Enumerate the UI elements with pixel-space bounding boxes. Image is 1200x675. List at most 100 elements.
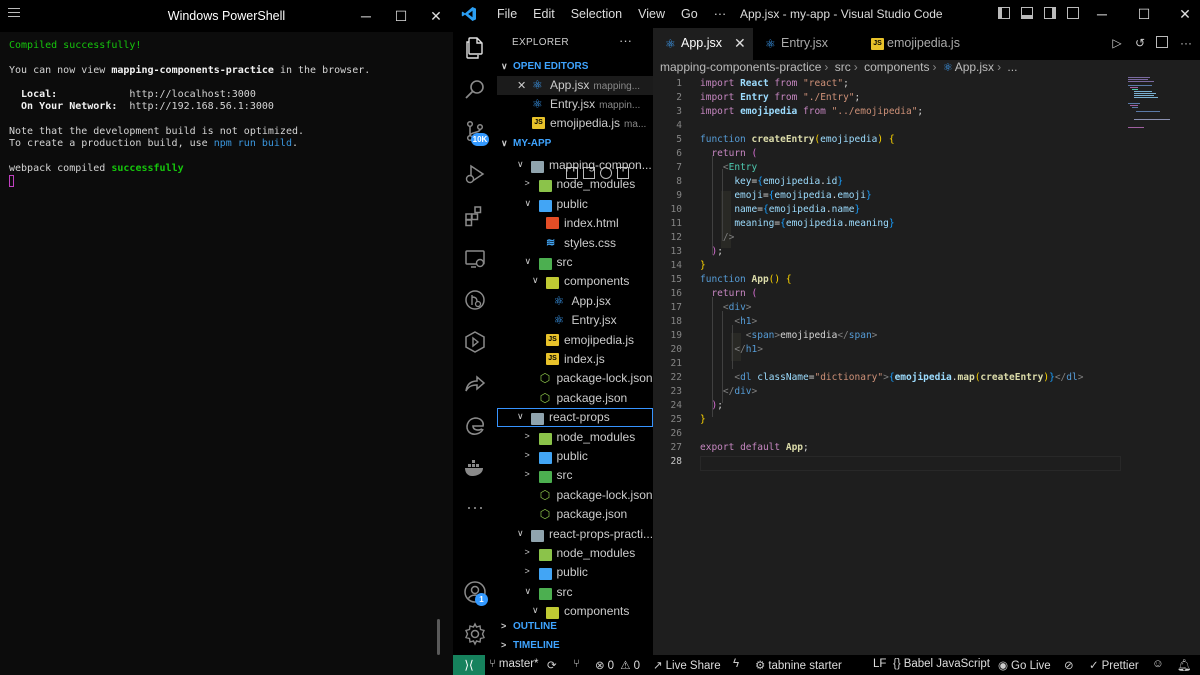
breadcrumb-item[interactable]: src	[835, 60, 851, 74]
menu-go[interactable]: Go	[673, 0, 706, 28]
breadcrumb-item[interactable]: mapping-components-practice	[660, 60, 821, 74]
menu-view[interactable]: View	[630, 0, 673, 28]
lightning-icon[interactable]: ϟ	[733, 658, 742, 670]
close-button[interactable]: ✕	[426, 6, 446, 26]
maximize-button[interactable]: ☐	[1134, 4, 1154, 24]
remote-explorer-icon[interactable]	[463, 247, 487, 271]
remote-indicator-icon[interactable]: ⟩⟨	[453, 655, 485, 675]
line-number: 2	[676, 92, 682, 103]
outline-section[interactable]: > OUTLINE	[497, 618, 653, 636]
eol-indicator[interactable]: LF	[873, 658, 886, 670]
folder-icon	[538, 180, 552, 193]
chevron-right-icon: >	[501, 640, 507, 650]
more-actions-icon[interactable]: ···	[1179, 36, 1193, 50]
source-control-badge: 10K	[471, 133, 489, 146]
toggle-sidebar-icon[interactable]	[998, 7, 1010, 19]
terminal-scrollbar[interactable]	[437, 619, 440, 655]
edge-devtools-icon[interactable]	[463, 414, 487, 438]
breadcrumb-item[interactable]: App.jsx	[955, 60, 994, 74]
powershell-titlebar: Windows PowerShell ─ ☐ ✕	[0, 0, 453, 32]
timeline-section[interactable]: > TIMELINE	[497, 637, 653, 655]
code-line: function createEntry(emojipedia) {	[700, 134, 895, 145]
close-tab-icon[interactable]: ✕	[734, 35, 746, 52]
tree-item-label: index.js	[564, 352, 605, 366]
run-debug-icon[interactable]	[463, 162, 487, 186]
terminal-output[interactable]: Compiled successfully! You can now view …	[9, 40, 433, 189]
split-editor-icon[interactable]	[1156, 36, 1168, 48]
toggle-panel-icon[interactable]	[1021, 7, 1033, 19]
minimap[interactable]	[1128, 75, 1183, 135]
close-button[interactable]: ✕	[1175, 4, 1195, 24]
problems-indicator[interactable]: ⊗ 0 ⚠ 0	[595, 658, 640, 672]
menu-file[interactable]: File	[489, 0, 525, 28]
bell-slash-icon[interactable]: ⊘	[1064, 658, 1077, 672]
tree-item[interactable]: > public	[497, 563, 653, 582]
breadcrumb-item[interactable]: ...	[1007, 60, 1017, 74]
chevron-right-icon: >	[524, 566, 530, 577]
tree-item[interactable]: ⬡ package.json	[497, 505, 653, 524]
feedback-icon[interactable]: ☺	[1152, 658, 1167, 670]
settings-gear-icon[interactable]	[463, 622, 487, 646]
react-file-icon: ⚛	[942, 62, 953, 74]
run-file-icon[interactable]: ▷	[1110, 36, 1124, 50]
toggle-secondary-sidebar-icon[interactable]	[1044, 7, 1056, 19]
sync-icon[interactable]: ⟳	[547, 658, 560, 672]
live-share-status[interactable]: ↗ Live Share	[653, 658, 721, 672]
tree-item-label: node_modules	[556, 546, 636, 560]
vscode-window: File Edit Selection View Go ··· App.jsx …	[453, 0, 1200, 675]
tree-item[interactable]: ∨ src	[497, 583, 653, 602]
folder-icon	[538, 549, 552, 561]
code-line: );	[711, 400, 723, 411]
tabnine-status[interactable]: ⚙ tabnine starter	[755, 658, 842, 672]
tree-item[interactable]: > node_modules	[497, 544, 653, 563]
language-mode[interactable]: {} Babel JavaScript	[893, 658, 990, 670]
line-number: 14	[670, 260, 682, 271]
chevron-down-icon: ∨	[532, 275, 539, 286]
line-number: 7	[676, 162, 682, 173]
json-file-icon: ⬡	[539, 507, 551, 522]
chevron-right-icon: >	[524, 450, 530, 460]
explorer-more-actions[interactable]: ···	[619, 33, 632, 48]
extensions-icon[interactable]	[463, 204, 487, 228]
tab-entry-jsx[interactable]: ⚛ Entry.jsx	[753, 28, 859, 60]
git-graph-status-icon[interactable]: ⑂	[573, 658, 583, 670]
prettier-status[interactable]: ✓ Prettier	[1089, 658, 1139, 672]
line-number: 25	[670, 414, 682, 425]
branch-indicator[interactable]: ⑂ master*	[489, 658, 539, 670]
docker-icon[interactable]	[463, 456, 487, 480]
open-editors-section[interactable]: ∨ OPEN EDITORS	[497, 58, 653, 76]
menu-more[interactable]: ···	[706, 0, 735, 28]
minimize-button[interactable]: ─	[1092, 4, 1112, 24]
powershell-window: Windows PowerShell ─ ☐ ✕ Compiled succes…	[0, 0, 453, 675]
maximize-button[interactable]: ☐	[391, 6, 411, 26]
line-number: 5	[676, 134, 682, 145]
breadcrumb-item[interactable]: components	[864, 60, 929, 74]
history-icon[interactable]: ↺	[1133, 36, 1147, 50]
line-number: 3	[676, 106, 682, 117]
go-live-button[interactable]: ◉ Go Live	[998, 658, 1051, 672]
minimize-button[interactable]: ─	[356, 6, 376, 26]
tree-item[interactable]: ∨ react-props-practi...	[497, 525, 653, 544]
more-views-icon[interactable]: ···	[463, 498, 487, 522]
code-editor[interactable]: 1 2 3 4 5 6 7 8 9 10 11 12 13 14 15 16 17 18 19 20 21 22 23 24 2…	[653, 75, 1200, 655]
close-icon[interactable]: ✕	[517, 79, 527, 92]
tree-item[interactable]: > src	[497, 466, 653, 485]
code-line: import Entry from "./Entry";	[700, 92, 861, 103]
testing-icon[interactable]	[463, 330, 487, 354]
git-graph-icon[interactable]	[463, 288, 487, 312]
live-share-icon[interactable]	[463, 372, 487, 396]
search-icon[interactable]	[463, 78, 487, 102]
line-number: 15	[670, 274, 682, 285]
tree-item-label: src	[556, 255, 573, 269]
menu-selection[interactable]: Selection	[563, 0, 630, 28]
tree-item[interactable]: ⬡ package-lock.json	[497, 486, 653, 505]
line-number: 21	[670, 358, 682, 369]
explorer-icon[interactable]	[463, 36, 487, 60]
tree-item-label: styles.css	[564, 235, 617, 250]
notifications-bell-icon[interactable]: 🔔︎	[1177, 658, 1195, 672]
menu-edit[interactable]: Edit	[525, 0, 563, 28]
customize-layout-icon[interactable]	[1067, 7, 1079, 19]
tab-app-jsx[interactable]: ⚛ App.jsx ✕	[653, 28, 753, 60]
explorer-header: EXPLORER	[512, 37, 569, 48]
tab-emojipedia-js[interactable]: JS emojipedia.js	[859, 28, 971, 60]
